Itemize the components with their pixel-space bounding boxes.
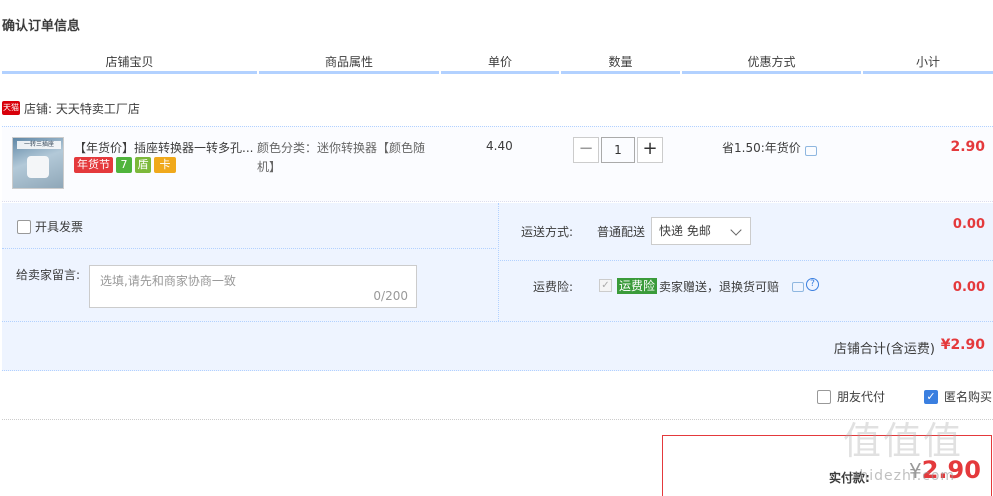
store-total-label: 店铺合计(含运费) [833,342,935,357]
shipping-method-select[interactable]: 快递 免邮 [651,217,751,245]
insurance-checkbox: ✓ [599,279,612,292]
insurance-label: 运费险: [533,280,574,294]
discount-info: 省1.50:年货价 [722,139,817,156]
plug-image [27,156,49,178]
col-store-item: 店铺宝贝 [2,52,257,74]
payment-extras: 朋友代付 ✓ 匿名购买 [0,388,993,408]
unit-price: 4.40 [486,139,513,153]
payment-label: 实付款: [829,471,870,485]
order-options: 开具发票 给卖家留言: 选填,请先和商家协商一致 0/200 运送方式: 普通配… [2,203,993,321]
product-thumbnail[interactable]: 一转三插座 [12,137,64,189]
page-title: 确认订单信息 [2,19,81,34]
store-total-row: 店铺合计(含运费) ¥2.90 [2,321,993,371]
discount-text: 省1.50:年货价 [722,141,801,155]
shipping-section: 运送方式: 普通配送 快递 免邮 0.00 [498,203,993,261]
shipping-type: 普通配送 [597,225,646,239]
tmall-icon: 天猫 [2,101,20,115]
anonymous-checkbox[interactable]: ✓ [924,389,938,404]
anonymous-label: 匿名购买 [944,390,993,404]
quantity-increase-button[interactable]: + [637,137,663,163]
credit-card-icon: 卡 [154,157,176,173]
new-year-badge: 年货节 [74,157,113,173]
insurance-text: 卖家赠送，退换货可赔 [659,280,780,294]
invoice-label: 开具发票 [35,220,84,234]
divider [2,419,993,420]
quantity-input[interactable]: 1 [601,137,635,163]
shield-icon: 盾 [135,157,151,173]
store-name[interactable]: 店铺: 天天特卖工厂店 [24,100,140,117]
insurance-badge: 运费险 [617,278,658,294]
col-attributes: 商品属性 [259,52,439,74]
thumbnail-caption: 一转三插座 [17,141,61,149]
item-subtotal: 2.90 [950,139,985,155]
product-title[interactable]: 【年货价】插座转换器一转多孔... [74,139,254,156]
shipping-label: 运送方式: [521,225,574,239]
invoice-checkbox[interactable] [17,219,31,234]
chat-icon[interactable] [792,282,804,292]
seller-message-input[interactable]: 选填,请先和商家协商一致 0/200 [89,265,417,308]
seven-day-return-icon: 7 [116,157,132,173]
currency-symbol: ¥ [909,459,922,483]
message-section: 给卖家留言: 选填,请先和商家协商一致 0/200 [2,250,496,321]
product-badges: 年货节 7 盾 卡 [74,157,176,173]
friend-pay-checkbox[interactable] [817,389,831,404]
friend-pay-label: 朋友代付 [837,390,886,404]
product-attributes: 颜色分类：迷你转换器【颜色随机】 [257,141,426,174]
payment-summary: 实付款: ¥2.90 [662,435,992,496]
anonymous-purchase-option[interactable]: ✓ 匿名购买 [924,388,992,405]
store-total-value: ¥2.90 [940,337,985,353]
col-discount: 优惠方式 [682,52,861,74]
shipping-select-value: 快递 免邮 [659,224,711,238]
quantity-stepper: − 1 + [573,137,663,163]
store-row: 天猫 店铺: 天天特卖工厂店 [2,98,140,118]
friend-pay-option[interactable]: 朋友代付 [817,388,885,405]
col-unit-price: 单价 [441,52,559,74]
chevron-down-icon [730,224,742,236]
payment-amount: ¥2.90 [909,456,981,484]
payment-value: 2.90 [921,456,981,484]
insurance-section: 运费险: ✓ 运费险 卖家赠送，退换货可赔 ? 0.00 [498,262,993,321]
shipping-fee: 0.00 [952,217,985,232]
invoice-option[interactable]: 开具发票 [17,218,83,235]
insurance-fee: 0.00 [952,280,985,295]
chat-icon[interactable] [804,145,817,156]
col-subtotal: 小计 [863,52,993,74]
col-quantity: 数量 [561,52,680,74]
order-item: 一转三插座 【年货价】插座转换器一转多孔... 年货节 7 盾 卡 颜色分类：迷… [2,126,993,202]
column-headers: 店铺宝贝 商品属性 单价 数量 优惠方式 小计 [2,52,993,74]
invoice-section: 开具发票 [2,203,496,249]
help-icon[interactable]: ? [806,278,819,291]
message-label: 给卖家留言: [16,268,81,282]
message-char-count: 0/200 [373,289,408,303]
message-placeholder: 选填,请先和商家协商一致 [100,274,236,288]
quantity-decrease-button[interactable]: − [573,137,599,163]
